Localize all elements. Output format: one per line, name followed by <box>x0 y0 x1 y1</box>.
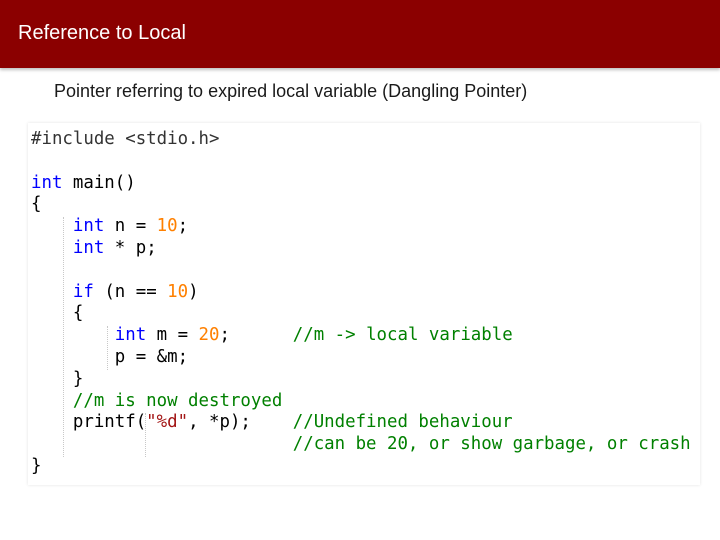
code-line: printf("%d", *p); //Undefined behaviour <box>31 412 691 434</box>
number-literal: 10 <box>156 216 178 237</box>
code-token: n = <box>104 216 157 237</box>
code-comment: //Undefined behaviour <box>292 412 513 433</box>
code-token: { <box>31 194 42 215</box>
code-token: , *p); <box>188 412 293 433</box>
code-token: m = <box>146 325 199 346</box>
code-line: if (n == 10) <box>31 282 691 304</box>
code-line: } <box>31 369 691 391</box>
code-token: (n == <box>93 281 168 302</box>
code-token: * p; <box>104 237 157 258</box>
code-token: ) <box>188 281 199 302</box>
keyword-token: if <box>72 281 94 302</box>
code-token: } <box>31 368 84 389</box>
code-line: //can be 20, or show garbage, or crash <box>31 434 691 456</box>
code-token: ; <box>177 216 189 237</box>
code-token: } <box>31 455 42 476</box>
keyword-token: int <box>72 237 105 258</box>
preprocessor-directive: #include <stdio.h> <box>31 129 220 149</box>
code-token: { <box>31 303 84 324</box>
code-line: int n = 10; <box>31 216 691 238</box>
code-line: //m is now destroyed <box>31 391 691 413</box>
code-line: p = &m; <box>31 347 691 369</box>
code-comment: //can be 20, or show garbage, or crash <box>292 434 691 455</box>
code-line: { <box>31 303 691 325</box>
slide-title-bar: Reference to Local <box>0 0 720 68</box>
code-snippet-panel: #include <stdio.h> int main(){ int n = 1… <box>28 123 700 485</box>
code-token: printf( <box>31 412 147 433</box>
number-literal: 10 <box>167 281 189 302</box>
code-line: int main() <box>31 173 691 195</box>
number-literal: 20 <box>198 325 220 346</box>
code-token: p = &m; <box>31 346 189 367</box>
keyword-token: int <box>31 172 63 193</box>
slide-title: Reference to Local <box>18 22 186 44</box>
code-line: int m = 20; //m -> local variable <box>31 325 691 347</box>
keyword-token: int <box>72 216 105 237</box>
slide-subtitle: Pointer referring to expired local varia… <box>54 81 528 101</box>
code-line: { <box>31 194 691 216</box>
code-token: main() <box>62 172 136 193</box>
code-token: ; <box>219 325 293 346</box>
code-line: } <box>31 456 691 478</box>
string-literal: "%d" <box>146 412 189 433</box>
code-line: #include <stdio.h> <box>31 129 691 151</box>
code-block: #include <stdio.h> int main(){ int n = 1… <box>31 129 691 478</box>
code-comment: //m is now destroyed <box>72 390 283 411</box>
code-line: int * p; <box>31 238 691 260</box>
keyword-token: int <box>114 325 147 346</box>
code-comment: //m -> local variable <box>292 325 513 346</box>
